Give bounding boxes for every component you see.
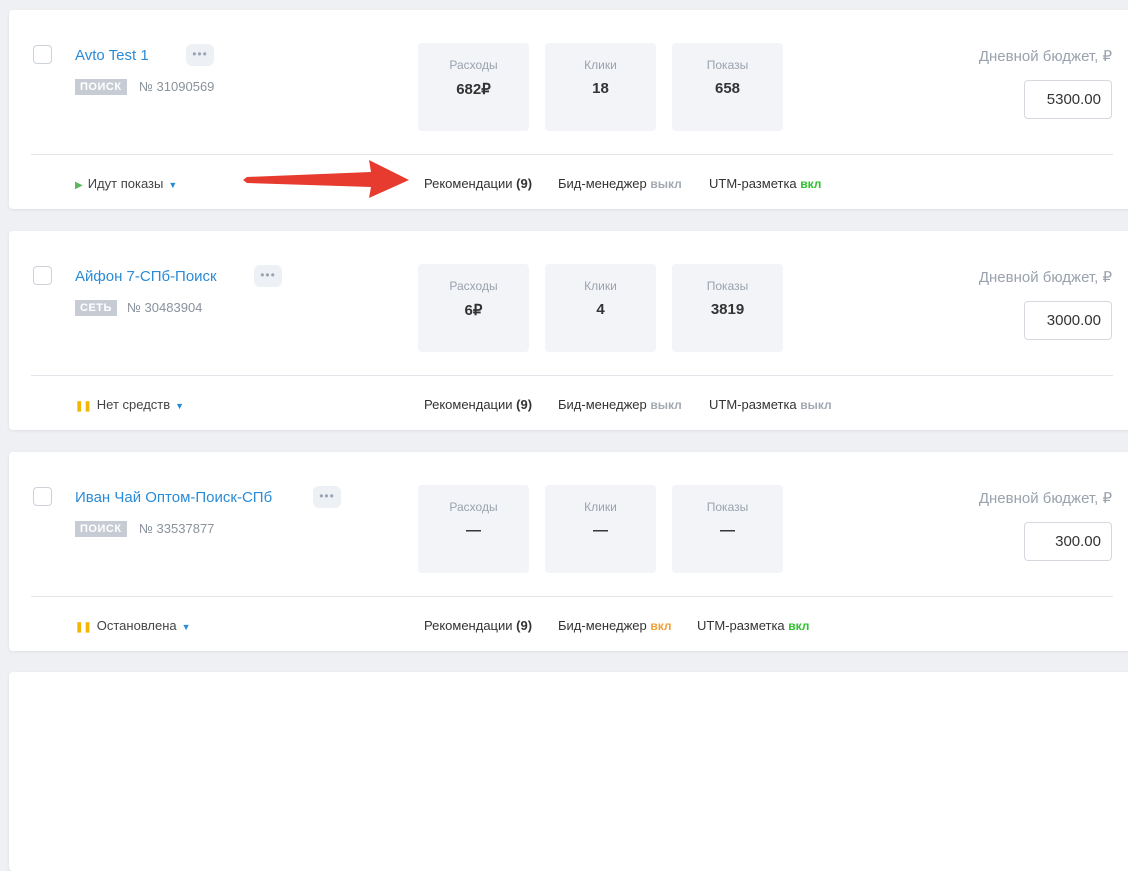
card-divider: [31, 375, 1113, 376]
status-label: Нет средств: [96, 397, 171, 412]
stat-impressions: Показы —: [672, 485, 783, 573]
more-options-icon[interactable]: •••: [254, 265, 282, 287]
daily-budget-input[interactable]: 3000.00: [1024, 301, 1112, 340]
recommendations-label: Рекомендации: [424, 618, 513, 633]
stat-value: 18: [592, 80, 609, 97]
stat-impressions: Показы 3819: [672, 264, 783, 352]
campaign-card: Иван Чай Оптом-Поиск-СПб ••• поиск № 335…: [9, 452, 1128, 651]
utm-state: вкл: [800, 177, 822, 191]
recommendations-label: Рекомендации: [424, 397, 513, 412]
campaign-checkbox[interactable]: [33, 45, 52, 64]
stat-value: 6₽: [464, 302, 483, 319]
recommendations-link[interactable]: Рекомендации (9): [424, 176, 532, 191]
caret-down-icon: ▼: [175, 401, 185, 411]
campaign-type-badge: поиск: [75, 79, 127, 95]
campaign-type-badge: поиск: [75, 521, 127, 537]
campaign-card: Avto Test 1 ••• поиск № 31090569 Расходы…: [9, 10, 1128, 209]
utm-toggle[interactable]: UTM-разметка вкл: [709, 176, 821, 191]
recommendations-count: (9): [516, 176, 533, 191]
campaign-card: Айфон 7-СПб-Поиск ••• сеть № 30483904 Ра…: [9, 231, 1128, 430]
daily-budget-input[interactable]: 5300.00: [1024, 80, 1112, 119]
bid-manager-state: выкл: [650, 177, 682, 191]
utm-toggle[interactable]: UTM-разметка вкл: [697, 618, 809, 633]
bid-manager-label: Бид-менеджер: [558, 618, 647, 633]
caret-down-icon: ▼: [168, 180, 178, 190]
daily-budget-label: Дневной бюджет, ₽: [978, 48, 1112, 65]
recommendations-link[interactable]: Рекомендации (9): [424, 397, 532, 412]
status-label: Остановлена: [96, 618, 177, 633]
stat-label: Расходы: [449, 500, 498, 514]
status-dropdown[interactable]: ❚❚ Нет средств ▼: [75, 397, 184, 412]
campaign-name-link[interactable]: Айфон 7-СПб-Поиск: [75, 268, 217, 285]
stat-value: 4: [596, 301, 605, 318]
stat-spend: Расходы 6₽: [418, 264, 529, 352]
campaign-name-link[interactable]: Avto Test 1: [75, 47, 149, 64]
stat-label: Расходы: [449, 279, 498, 293]
campaign-type-badge: сеть: [75, 300, 117, 316]
campaign-id: № 33537877: [139, 521, 215, 536]
status-dropdown[interactable]: ❚❚ Остановлена ▼: [75, 618, 191, 633]
recommendations-label: Рекомендации: [424, 176, 513, 191]
daily-budget-label: Дневной бюджет, ₽: [978, 490, 1112, 507]
campaign-name-link[interactable]: Иван Чай Оптом-Поиск-СПб: [75, 489, 272, 506]
caret-down-icon: ▼: [181, 622, 191, 632]
pause-icon: ❚❚: [75, 401, 92, 412]
stat-label: Показы: [706, 279, 749, 293]
stat-value: 658: [714, 80, 741, 97]
stat-clicks: Клики —: [545, 485, 656, 573]
utm-label: UTM-разметка: [709, 176, 797, 191]
utm-state: вкл: [788, 619, 810, 633]
stat-value: —: [720, 522, 735, 539]
bid-manager-toggle[interactable]: Бид-менеджер выкл: [558, 397, 682, 412]
play-icon: ▶: [75, 180, 83, 191]
utm-toggle[interactable]: UTM-разметка выкл: [709, 397, 832, 412]
campaign-id: № 31090569: [139, 79, 215, 94]
card-divider: [31, 596, 1113, 597]
stat-label: Клики: [584, 58, 617, 72]
stat-label: Показы: [706, 500, 749, 514]
campaign-card-partial: [9, 672, 1128, 871]
bid-manager-label: Бид-менеджер: [558, 176, 647, 191]
bid-manager-state: вкл: [650, 619, 672, 633]
stat-clicks: Клики 4: [545, 264, 656, 352]
red-arrow-annotation: [243, 160, 409, 198]
bid-manager-state: выкл: [650, 398, 682, 412]
stat-impressions: Показы 658: [672, 43, 783, 131]
bid-manager-toggle[interactable]: Бид-менеджер вкл: [558, 618, 672, 633]
daily-budget-label: Дневной бюджет, ₽: [978, 269, 1112, 286]
campaign-checkbox[interactable]: [33, 266, 52, 285]
stat-value: —: [593, 522, 608, 539]
stat-label: Клики: [584, 279, 617, 293]
recommendations-count: (9): [516, 618, 533, 633]
stat-value: —: [466, 522, 481, 539]
stat-value: 3819: [710, 301, 745, 318]
utm-state: выкл: [800, 398, 832, 412]
more-options-icon[interactable]: •••: [186, 44, 214, 66]
stat-label: Расходы: [449, 58, 498, 72]
stat-clicks: Клики 18: [545, 43, 656, 131]
recommendations-count: (9): [516, 397, 533, 412]
pause-icon: ❚❚: [75, 622, 92, 633]
stat-spend: Расходы 682₽: [418, 43, 529, 131]
utm-label: UTM-разметка: [697, 618, 785, 633]
stat-value: 682₽: [456, 81, 491, 98]
stat-spend: Расходы —: [418, 485, 529, 573]
more-options-icon[interactable]: •••: [313, 486, 341, 508]
daily-budget-input[interactable]: 300.00: [1024, 522, 1112, 561]
campaign-checkbox[interactable]: [33, 487, 52, 506]
utm-label: UTM-разметка: [709, 397, 797, 412]
status-label: Идут показы: [87, 176, 164, 191]
stat-label: Клики: [584, 500, 617, 514]
card-divider: [31, 154, 1113, 155]
bid-manager-label: Бид-менеджер: [558, 397, 647, 412]
stat-label: Показы: [706, 58, 749, 72]
recommendations-link[interactable]: Рекомендации (9): [424, 618, 532, 633]
status-dropdown[interactable]: ▶ Идут показы ▼: [75, 176, 177, 191]
bid-manager-toggle[interactable]: Бид-менеджер выкл: [558, 176, 682, 191]
campaign-id: № 30483904: [127, 300, 203, 315]
